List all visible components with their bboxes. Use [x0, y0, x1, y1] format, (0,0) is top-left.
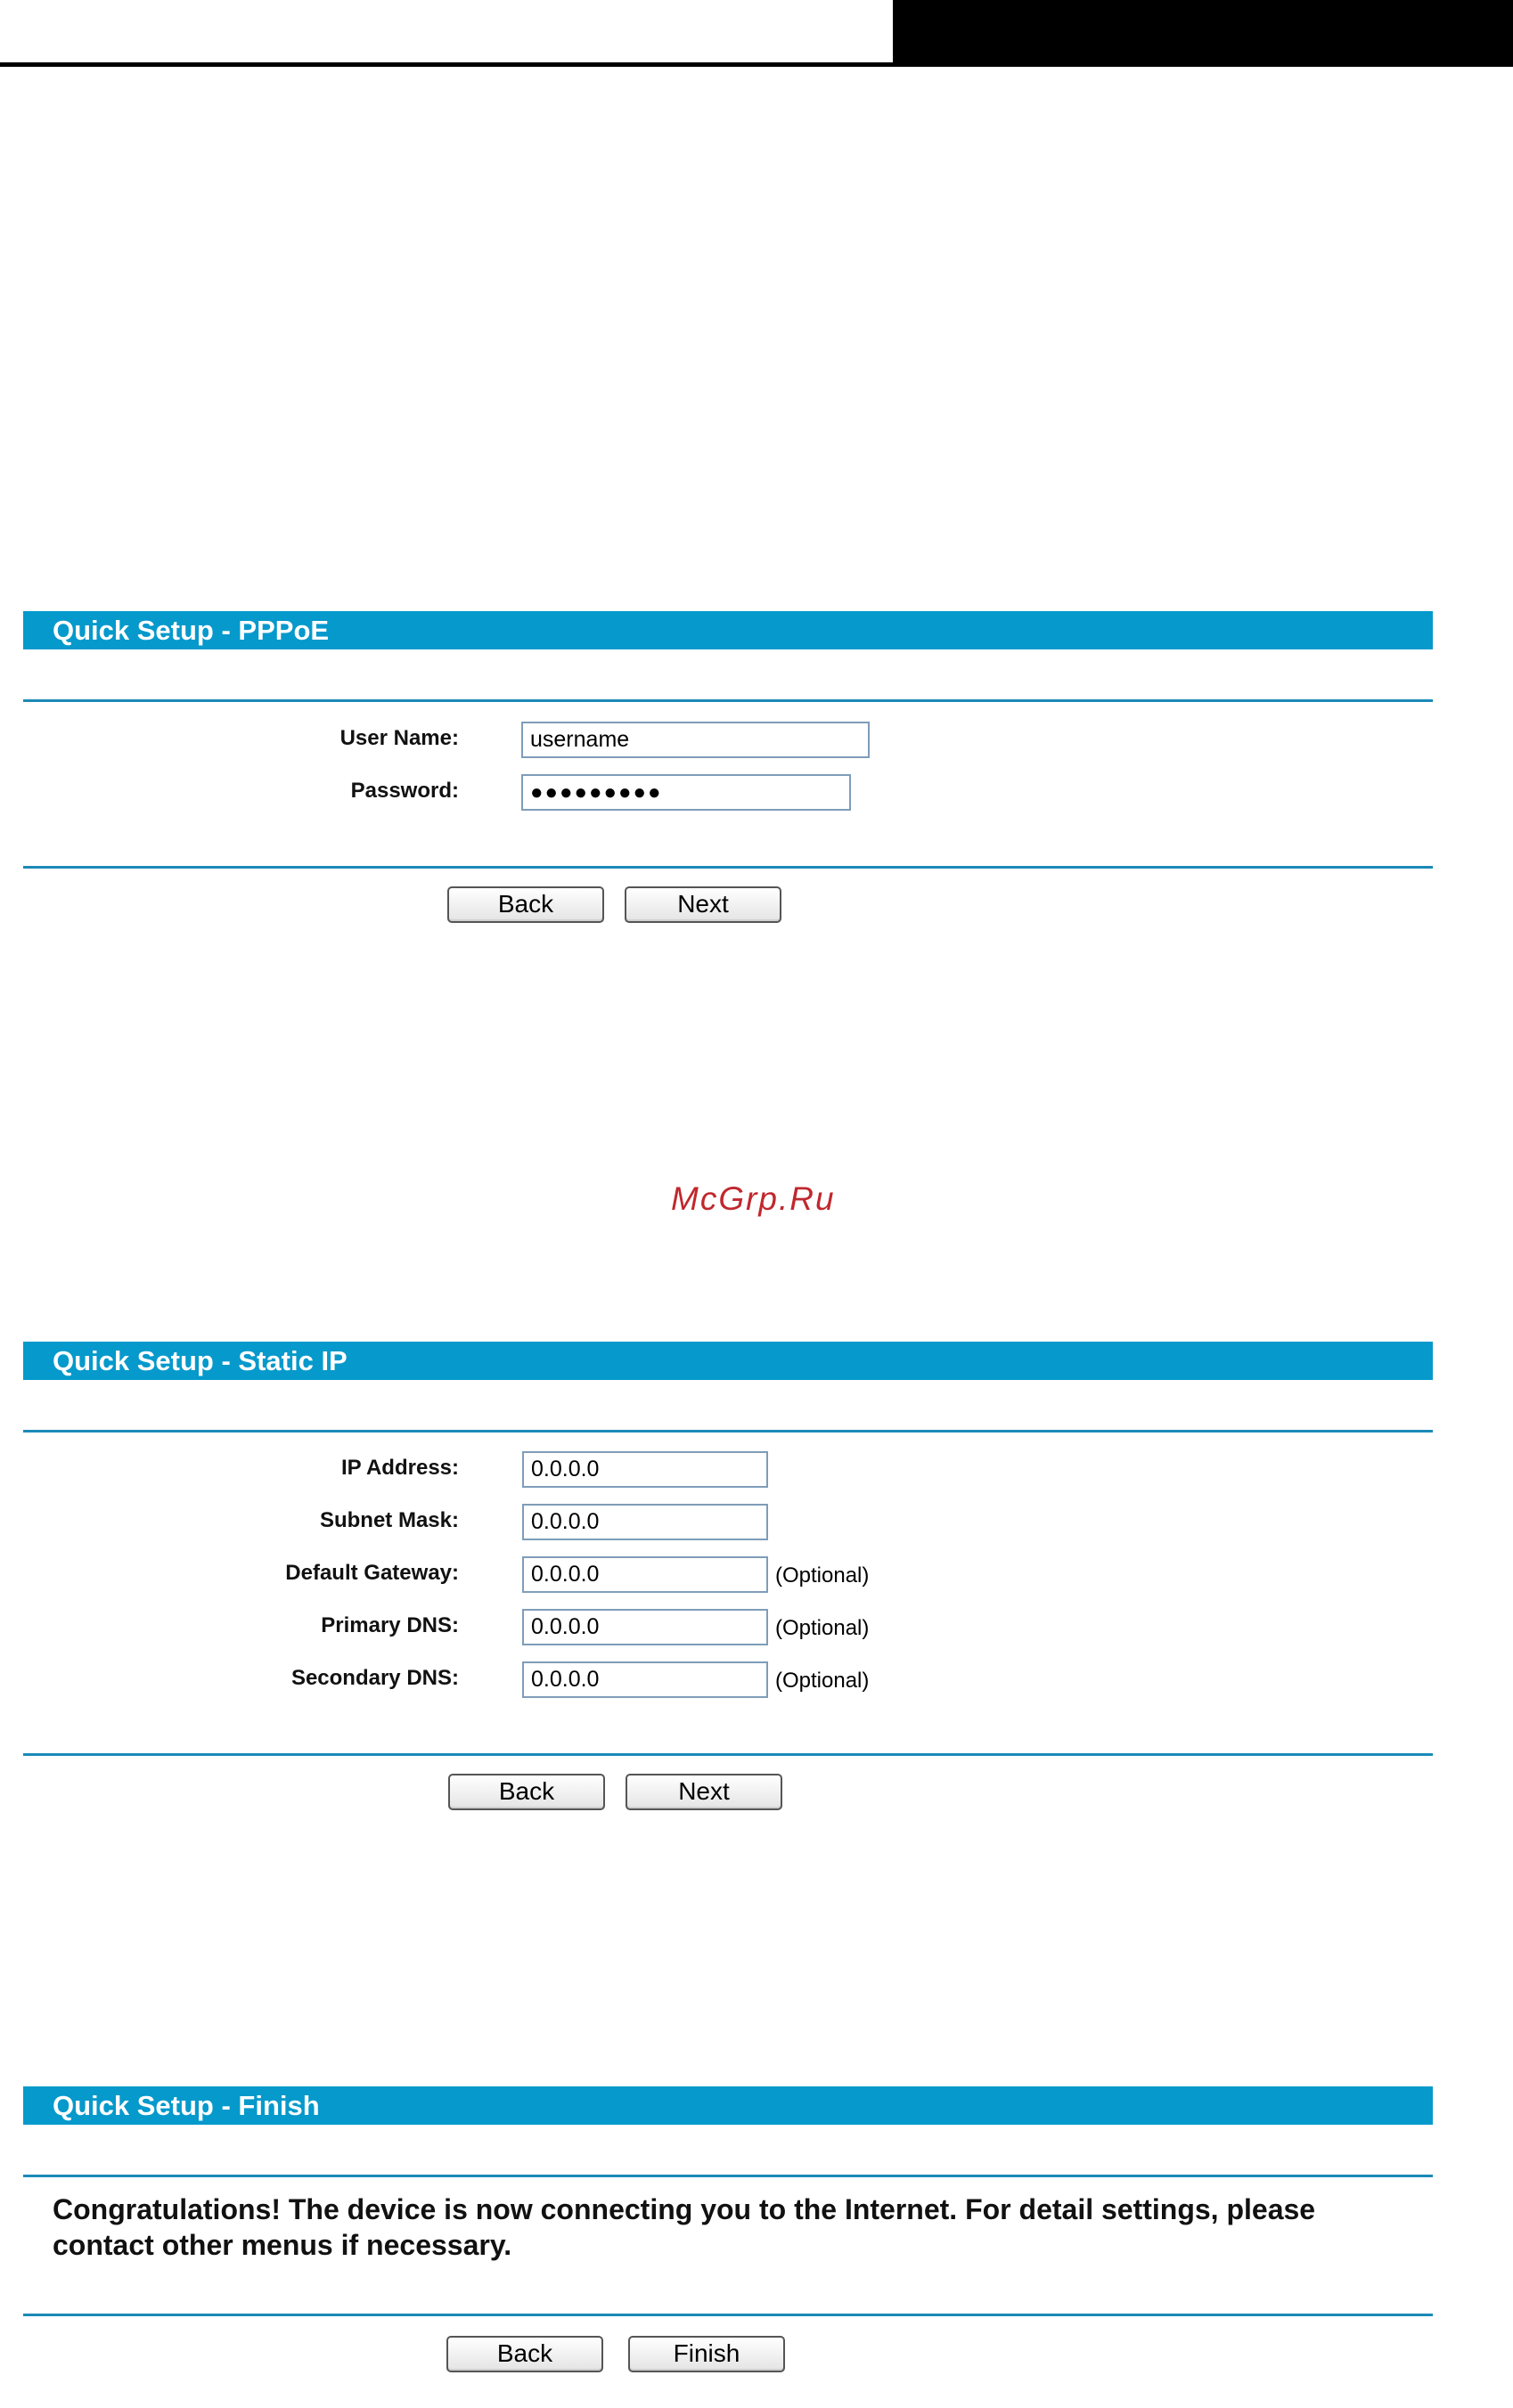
password-label: Password: — [350, 779, 459, 803]
finish-top-rule — [23, 2175, 1433, 2177]
static-ip-title: Quick Setup - Static IP — [23, 1342, 1433, 1380]
ip-address-input[interactable]: 0.0.0.0 — [522, 1451, 768, 1488]
finish-title: Quick Setup - Finish — [23, 2086, 1433, 2125]
pppoe-title: Quick Setup - PPPoE — [23, 611, 1433, 649]
primary-dns-optional: (Optional) — [775, 1616, 870, 1640]
pppoe-next-button[interactable]: Next — [625, 886, 781, 923]
password-input[interactable]: ●●●●●●●●● — [521, 774, 851, 811]
username-input[interactable]: username — [521, 722, 870, 758]
finish-message: Congratulations! The device is now conne… — [53, 2193, 1316, 2261]
default-gateway-optional: (Optional) — [775, 1563, 870, 1588]
static-ip-next-button[interactable]: Next — [626, 1774, 782, 1810]
secondary-dns-label: Secondary DNS: — [290, 1666, 459, 1690]
finish-bottom-rule — [23, 2314, 1433, 2316]
default-gateway-label: Default Gateway: — [285, 1561, 459, 1585]
secondary-dns-optional: (Optional) — [775, 1669, 870, 1693]
header-rule — [0, 62, 893, 67]
pppoe-back-button[interactable]: Back — [447, 886, 604, 923]
username-label: User Name: — [339, 726, 459, 750]
primary-dns-input[interactable]: 0.0.0.0 — [522, 1609, 768, 1645]
primary-dns-label: Primary DNS: — [321, 1613, 459, 1637]
subnet-mask-input[interactable]: 0.0.0.0 — [522, 1504, 768, 1540]
finish-button[interactable]: Finish — [628, 2336, 785, 2372]
static-ip-back-button[interactable]: Back — [448, 1774, 605, 1810]
pppoe-bottom-rule — [23, 866, 1433, 869]
watermark: McGrp.Ru — [671, 1180, 836, 1217]
secondary-dns-input[interactable]: 0.0.0.0 — [522, 1661, 768, 1698]
static-ip-bottom-rule — [23, 1753, 1433, 1756]
default-gateway-input[interactable]: 0.0.0.0 — [522, 1556, 768, 1593]
ip-address-label: IP Address: — [340, 1456, 459, 1480]
static-ip-top-rule — [23, 1430, 1433, 1433]
subnet-mask-label: Subnet Mask: — [319, 1508, 459, 1532]
header-block — [893, 0, 1513, 67]
pppoe-top-rule — [23, 699, 1433, 702]
finish-back-button[interactable]: Back — [446, 2336, 603, 2372]
